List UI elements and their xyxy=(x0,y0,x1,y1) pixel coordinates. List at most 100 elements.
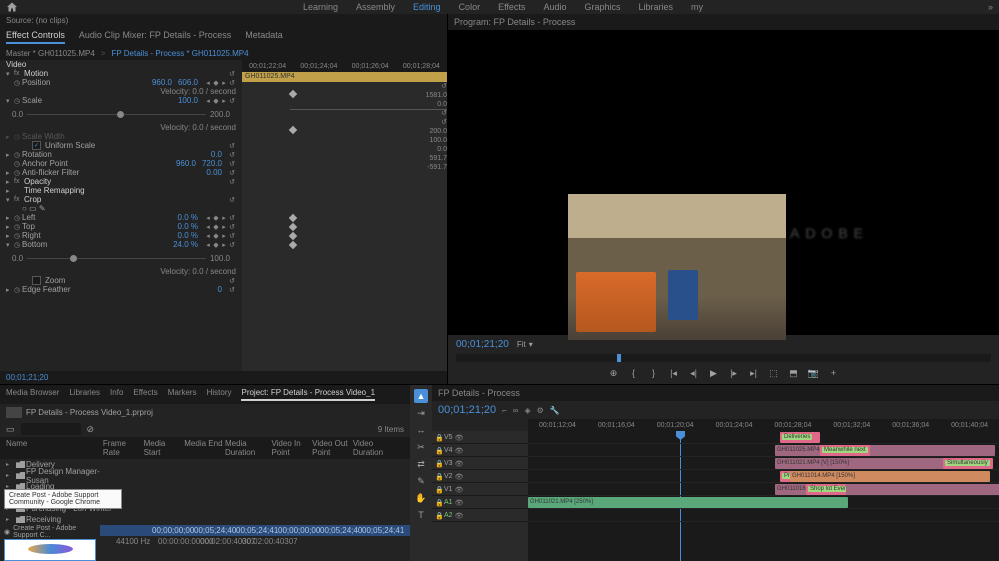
tab-effect-controls[interactable]: Effect Controls xyxy=(6,30,65,44)
ellipse-mask-icon[interactable]: ○ xyxy=(22,204,27,213)
track-header-v1[interactable]: 🔒V1👁 xyxy=(432,483,528,496)
fx-motion[interactable]: Motion xyxy=(24,69,228,78)
tab-effects[interactable]: Effects xyxy=(133,388,157,401)
pen-mask-icon[interactable]: ✎ xyxy=(39,204,46,213)
type-tool-icon[interactable]: T xyxy=(414,508,428,522)
tab-history[interactable]: History xyxy=(207,388,232,401)
next-kf-icon[interactable]: ▸ xyxy=(220,79,228,87)
tab-libraries[interactable]: Libraries xyxy=(69,388,100,401)
scale-val[interactable]: 100.0 xyxy=(178,96,198,105)
uniform-scale-checkbox[interactable]: ✓ xyxy=(32,141,41,150)
workspace-color[interactable]: Color xyxy=(459,2,481,12)
razor-tool-icon[interactable]: ✂ xyxy=(414,440,428,454)
tab-project[interactable]: Project: FP Details - Process Video_1 xyxy=(241,388,375,401)
fx-badge-icon[interactable]: fx xyxy=(14,70,24,77)
lock-icon[interactable]: 🔒 xyxy=(435,512,442,519)
stopwatch-icon[interactable]: ◷ xyxy=(14,97,22,105)
go-out-icon[interactable]: ▸| xyxy=(747,366,761,380)
position-x[interactable]: 960.0 xyxy=(152,78,172,87)
ripple-tool-icon[interactable]: ↔ xyxy=(414,423,428,437)
workspace-audio[interactable]: Audio xyxy=(543,2,566,12)
taskbar-item[interactable]: ◉Create Post - Adobe Support C... xyxy=(4,525,100,539)
step-back-icon[interactable]: ◂| xyxy=(687,366,701,380)
program-monitor[interactable]: ADOBE xyxy=(448,30,999,335)
clip[interactable]: GH011014.MP4 [150%] xyxy=(790,471,990,482)
timeline-ruler[interactable]: 00;01;12;0400;01;16;0400;01;20;0400;01;2… xyxy=(528,419,999,431)
edge-feather-val[interactable]: 0 xyxy=(218,285,222,294)
slip-tool-icon[interactable]: ⇄ xyxy=(414,457,428,471)
settings-icon[interactable]: + xyxy=(827,366,841,380)
workspace-learning[interactable]: Learning xyxy=(303,2,338,12)
clip[interactable]: GH011025.MP4 [150%] xyxy=(775,445,995,456)
clip[interactable]: Shop lot Event xyxy=(806,484,846,495)
lock-icon[interactable]: 🔒 xyxy=(435,434,442,441)
tab-metadata[interactable]: Metadata xyxy=(245,30,283,44)
twirl-icon[interactable]: ▾ xyxy=(6,97,14,105)
eye-icon[interactable]: 👁 xyxy=(455,486,462,493)
workspace-graphics[interactable]: Graphics xyxy=(584,2,620,12)
pen-tool-icon[interactable]: ✎ xyxy=(414,474,428,488)
stopwatch-icon[interactable]: ◷ xyxy=(14,79,22,87)
lock-icon[interactable]: 🔒 xyxy=(435,460,442,467)
workspace-my[interactable]: my xyxy=(691,2,703,12)
mark-in-icon[interactable]: { xyxy=(627,366,641,380)
go-in-icon[interactable]: |◂ xyxy=(667,366,681,380)
fx-opacity[interactable]: Opacity xyxy=(24,177,228,186)
crop-left-val[interactable]: 0.0 % xyxy=(178,213,198,222)
export-frame-icon[interactable]: 📷 xyxy=(807,366,821,380)
eye-icon[interactable]: 👁 xyxy=(455,460,462,467)
track-v4[interactable]: GH011025.MP4 [150%]Meanwhile next xyxy=(528,444,999,457)
source-clip-link[interactable]: FP Details - Process * GH011025.MP4 xyxy=(111,49,248,58)
track-header-a2[interactable]: 🔒A2👁 xyxy=(432,509,528,522)
position-y[interactable]: 606.0 xyxy=(178,78,198,87)
workspace-libraries[interactable]: Libraries xyxy=(638,2,673,12)
tab-info[interactable]: Info xyxy=(110,388,123,401)
reset-icon[interactable]: ↺ xyxy=(228,70,236,78)
step-fwd-icon[interactable]: |▸ xyxy=(727,366,741,380)
clip[interactable]: Simultaneously xyxy=(943,458,993,469)
linked-sel-icon[interactable]: ∞ xyxy=(513,406,519,415)
track-select-tool-icon[interactable]: ⇥ xyxy=(414,406,428,420)
project-search-input[interactable] xyxy=(21,423,81,435)
home-icon[interactable] xyxy=(6,1,18,13)
snap-icon[interactable]: ⌐ xyxy=(502,406,507,415)
flicker-val[interactable]: 0.00 xyxy=(206,168,222,177)
effect-controls-timecode[interactable]: 00;01;21;20 xyxy=(0,371,447,384)
tab-media-browser[interactable]: Media Browser xyxy=(6,388,59,401)
hand-tool-icon[interactable]: ✋ xyxy=(414,491,428,505)
eye-icon[interactable]: 👁 xyxy=(455,499,462,506)
track-a1[interactable]: GH011021.MP4 [250%] xyxy=(528,496,999,509)
track-header-v4[interactable]: 🔒V4👁 xyxy=(432,444,528,457)
workspace-effects[interactable]: Effects xyxy=(498,2,525,12)
track-header-v2[interactable]: 🔒V2👁 xyxy=(432,470,528,483)
timeline-body[interactable]: DeliveriesGH011025.MP4 [150%]Meanwhile n… xyxy=(528,431,999,561)
track-a2[interactable] xyxy=(528,509,999,522)
anchor-x[interactable]: 960.0 xyxy=(176,159,196,168)
mark-out-icon[interactable]: } xyxy=(647,366,661,380)
crop-top-val[interactable]: 0.0 % xyxy=(178,222,198,231)
eye-icon[interactable]: 👁 xyxy=(455,447,462,454)
fx-crop[interactable]: Crop xyxy=(24,195,228,204)
eye-icon[interactable]: 👁 xyxy=(455,512,462,519)
workspace-editing[interactable]: Editing xyxy=(413,2,441,12)
add-marker-icon[interactable]: ⊕ xyxy=(607,366,621,380)
selection-tool-icon[interactable]: ▲ xyxy=(414,389,428,403)
track-v5[interactable]: Deliveries xyxy=(528,431,999,444)
program-timecode[interactable]: 00;01;21;20 xyxy=(456,339,509,350)
prev-kf-icon[interactable]: ◂ xyxy=(204,79,212,87)
add-kf-icon[interactable]: ◆ xyxy=(212,79,220,87)
anchor-y[interactable]: 720.0 xyxy=(202,159,222,168)
track-header-v5[interactable]: 🔒V5👁 xyxy=(432,431,528,444)
workspace-overflow-icon[interactable]: » xyxy=(988,2,993,12)
rotation-val[interactable]: 0.0 xyxy=(211,150,222,159)
reset-icon[interactable]: ↺ xyxy=(228,79,236,87)
fx-time-remap[interactable]: Time Remapping xyxy=(24,186,236,195)
track-v2[interactable]: PreorderGH011014.MP4 [150%] xyxy=(528,470,999,483)
clip[interactable]: Deliveries xyxy=(780,432,820,443)
ec-clip-bar[interactable]: GH011025.MP4 xyxy=(242,72,447,82)
eye-icon[interactable]: 👁 xyxy=(455,434,462,441)
stopwatch-icon[interactable]: ◷ xyxy=(14,151,22,159)
extract-icon[interactable]: ⬒ xyxy=(787,366,801,380)
crop-right-val[interactable]: 0.0 % xyxy=(178,231,198,240)
crop-bottom-val[interactable]: 24.0 % xyxy=(173,240,198,249)
